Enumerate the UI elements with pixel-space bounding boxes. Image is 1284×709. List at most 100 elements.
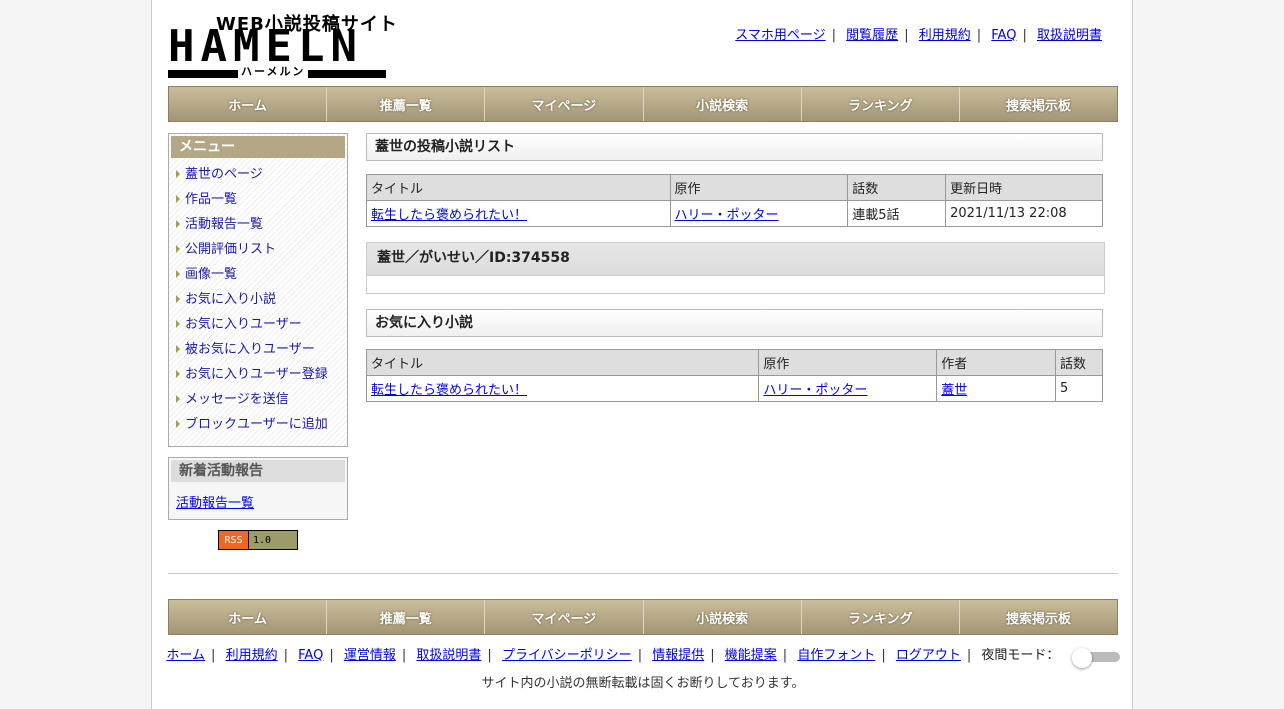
footer-operation-link[interactable]: 運営情報 (344, 648, 396, 663)
sidebar-link[interactable]: 活動報告一覧 (185, 217, 263, 232)
footer-proposal-link[interactable]: 機能提案 (725, 648, 777, 663)
author-link[interactable]: 蓋世 (941, 383, 967, 398)
nav-home[interactable]: ホーム (169, 600, 328, 634)
footer-info-link[interactable]: 情報提供 (652, 648, 704, 663)
table-header-row: タイトル 原作 話数 更新日時 (366, 174, 1103, 201)
sidebar-link[interactable]: 画像一覧 (185, 267, 237, 282)
column-header: 作者 (936, 349, 1057, 376)
original-work-link[interactable]: ハリー・ポッター (675, 208, 779, 223)
footer-logout-link[interactable]: ログアウト (896, 648, 961, 663)
profile-title: 蓋世／がいせい／ID:374558 (367, 243, 1104, 276)
site-logo[interactable]: WEB小説投稿サイト HAMELN ハーメルン (168, 10, 397, 80)
novel-title-link[interactable]: 転生したら褒められたい！ (371, 383, 527, 398)
table-cell: ハリー・ポッター (669, 200, 849, 227)
sidebar-menu: メニュー 蓋世のページ 作品一覧 活動報告一覧 公開評価リスト 画像一覧 お気に… (168, 133, 348, 447)
sidebar-item-faved-by: 被お気に入りユーザー (171, 337, 345, 362)
footer-nav: ホーム 推薦一覧 マイページ 小説検索 ランキング 捜索掲示板 (168, 599, 1118, 635)
nav-search[interactable]: 小説検索 (643, 87, 802, 121)
table-header-row: タイトル 原作 作者 話数 (365, 349, 1103, 376)
sidebar-item-fav-novels: お気に入り小説 (171, 287, 345, 312)
table-row: 転生したら褒められたい！ ハリー・ポッター 連載5話 2021/11/13 22… (366, 200, 1103, 227)
logo-kana: ハーメルン (238, 65, 309, 79)
nav-search[interactable]: 小説検索 (643, 600, 802, 634)
profile-section: 蓋世／がいせい／ID:374558 (366, 242, 1105, 294)
divider (168, 573, 1118, 574)
sidebar-link[interactable]: メッセージを送信 (185, 392, 289, 407)
nav-board[interactable]: 捜索掲示板 (959, 600, 1118, 634)
manual-link[interactable]: 取扱説明書 (1037, 28, 1102, 43)
night-mode-toggle[interactable] (1070, 647, 1120, 668)
footer-font-link[interactable]: 自作フォント (797, 648, 875, 663)
sidebar-link[interactable]: 蓋世のページ (185, 167, 263, 182)
table-cell: 転生したら褒められたい！ (365, 375, 760, 402)
page-container: WEB小説投稿サイト HAMELN ハーメルン スマホ用ページ | 閲覧履歴 | 利… (151, 0, 1133, 709)
fav-section-title: お気に入り小説 (366, 309, 1103, 337)
footer-privacy-link[interactable]: プライバシーポリシー (502, 648, 632, 663)
nav-recommend[interactable]: 推薦一覧 (327, 600, 486, 634)
sidebar-item-images: 画像一覧 (171, 262, 345, 287)
table-row: 転生したら褒められたい！ ハリー・ポッター 蓋世 5 (365, 375, 1103, 402)
nav-ranking[interactable]: ランキング (801, 600, 960, 634)
sidebar-link[interactable]: お気に入りユーザー (185, 317, 302, 332)
novels-section-title: 蓋世の投稿小説リスト (366, 133, 1103, 161)
column-header: 原作 (669, 174, 849, 201)
copyright-notice: サイト内の小説の無断転載は固くお断りしております。 (481, 676, 805, 691)
column-header: 話数 (1055, 349, 1103, 376)
news-title: 新着活動報告 (171, 460, 345, 482)
table-cell: 転生したら褒められたい！ (366, 200, 671, 227)
history-link[interactable]: 閲覧履歴 (846, 28, 898, 43)
news-reports-link[interactable]: 活動報告一覧 (171, 482, 345, 511)
sidebar-link[interactable]: お気に入り小説 (185, 292, 276, 307)
header-links: スマホ用ページ | 閲覧履歴 | 利用規約 | FAQ | 取扱説明書 (735, 28, 1102, 43)
sidebar-item-user-page: 蓋世のページ (171, 162, 345, 187)
sidebar-link[interactable]: お気に入りユーザー登録 (185, 367, 328, 382)
nav-ranking[interactable]: ランキング (801, 87, 960, 121)
night-mode-label: 夜間モード： (981, 648, 1060, 663)
updated-at: 2021/11/13 22:08 (945, 200, 1103, 227)
smartphone-page-link[interactable]: スマホ用ページ (735, 28, 825, 43)
sidebar-item-fav-users: お気に入りユーザー (171, 312, 345, 337)
nav-mypage[interactable]: マイページ (485, 600, 644, 634)
table-cell: ハリー・ポッター (758, 375, 938, 402)
logo-wordmark: HAMELN (168, 21, 363, 72)
news-box: 新着活動報告 活動報告一覧 (168, 457, 348, 520)
sidebar-item-block: ブロックユーザーに追加 (171, 412, 345, 437)
nav-home[interactable]: ホーム (169, 87, 328, 121)
sidebar-link[interactable]: 公開評価リスト (185, 242, 276, 257)
episode-count: 5 (1055, 375, 1103, 402)
terms-link[interactable]: 利用規約 (919, 28, 971, 43)
original-work-link[interactable]: ハリー・ポッター (763, 383, 867, 398)
column-header: タイトル (365, 349, 760, 376)
sidebar-item-message: メッセージを送信 (171, 387, 345, 412)
episode-count: 連載5話 (847, 200, 947, 227)
column-header: タイトル (366, 174, 671, 201)
toggle-knob (1071, 647, 1092, 668)
rss-label: RSS (219, 531, 249, 549)
faq-link[interactable]: FAQ (991, 28, 1016, 43)
nav-board[interactable]: 捜索掲示板 (959, 87, 1118, 121)
sidebar-item-reports: 活動報告一覧 (171, 212, 345, 237)
footer-links: ホーム | 利用規約 | FAQ | 運営情報 | 取扱説明書 | プライバシーポリシー |… (152, 644, 1134, 668)
sidebar-link[interactable]: ブロックユーザーに追加 (185, 417, 328, 432)
novel-title-link[interactable]: 転生したら褒められたい！ (371, 208, 527, 223)
sidebar-item-works: 作品一覧 (171, 187, 345, 212)
column-header: 話数 (847, 174, 947, 201)
footer-faq-link[interactable]: FAQ (298, 648, 323, 663)
sidebar-link[interactable]: 被お気に入りユーザー (185, 342, 315, 357)
fav-novels-table: タイトル 原作 作者 話数 転生したら褒められたい！ ハリー・ポッター 蓋世 5 (365, 349, 1103, 402)
footer-terms-link[interactable]: 利用規約 (226, 648, 278, 663)
column-header: 更新日時 (945, 174, 1103, 201)
sidebar-link[interactable]: 作品一覧 (185, 192, 237, 207)
main-nav: ホーム 推薦一覧 マイページ 小説検索 ランキング 捜索掲示板 (168, 86, 1118, 122)
footer-home-link[interactable]: ホーム (166, 648, 205, 663)
nav-recommend[interactable]: 推薦一覧 (327, 87, 486, 121)
column-header: 原作 (758, 349, 938, 376)
nav-mypage[interactable]: マイページ (485, 87, 644, 121)
footer-manual-link[interactable]: 取扱説明書 (416, 648, 481, 663)
menu-title: メニュー (171, 136, 345, 158)
novels-table: タイトル 原作 話数 更新日時 転生したら褒められたい！ ハリー・ポッター 連載… (366, 174, 1103, 227)
sidebar-item-ratings: 公開評価リスト (171, 237, 345, 262)
table-cell: 蓋世 (936, 375, 1057, 402)
rss-badge[interactable]: RSS 1.0 (218, 530, 298, 550)
rss-version: 1.0 (249, 531, 297, 549)
